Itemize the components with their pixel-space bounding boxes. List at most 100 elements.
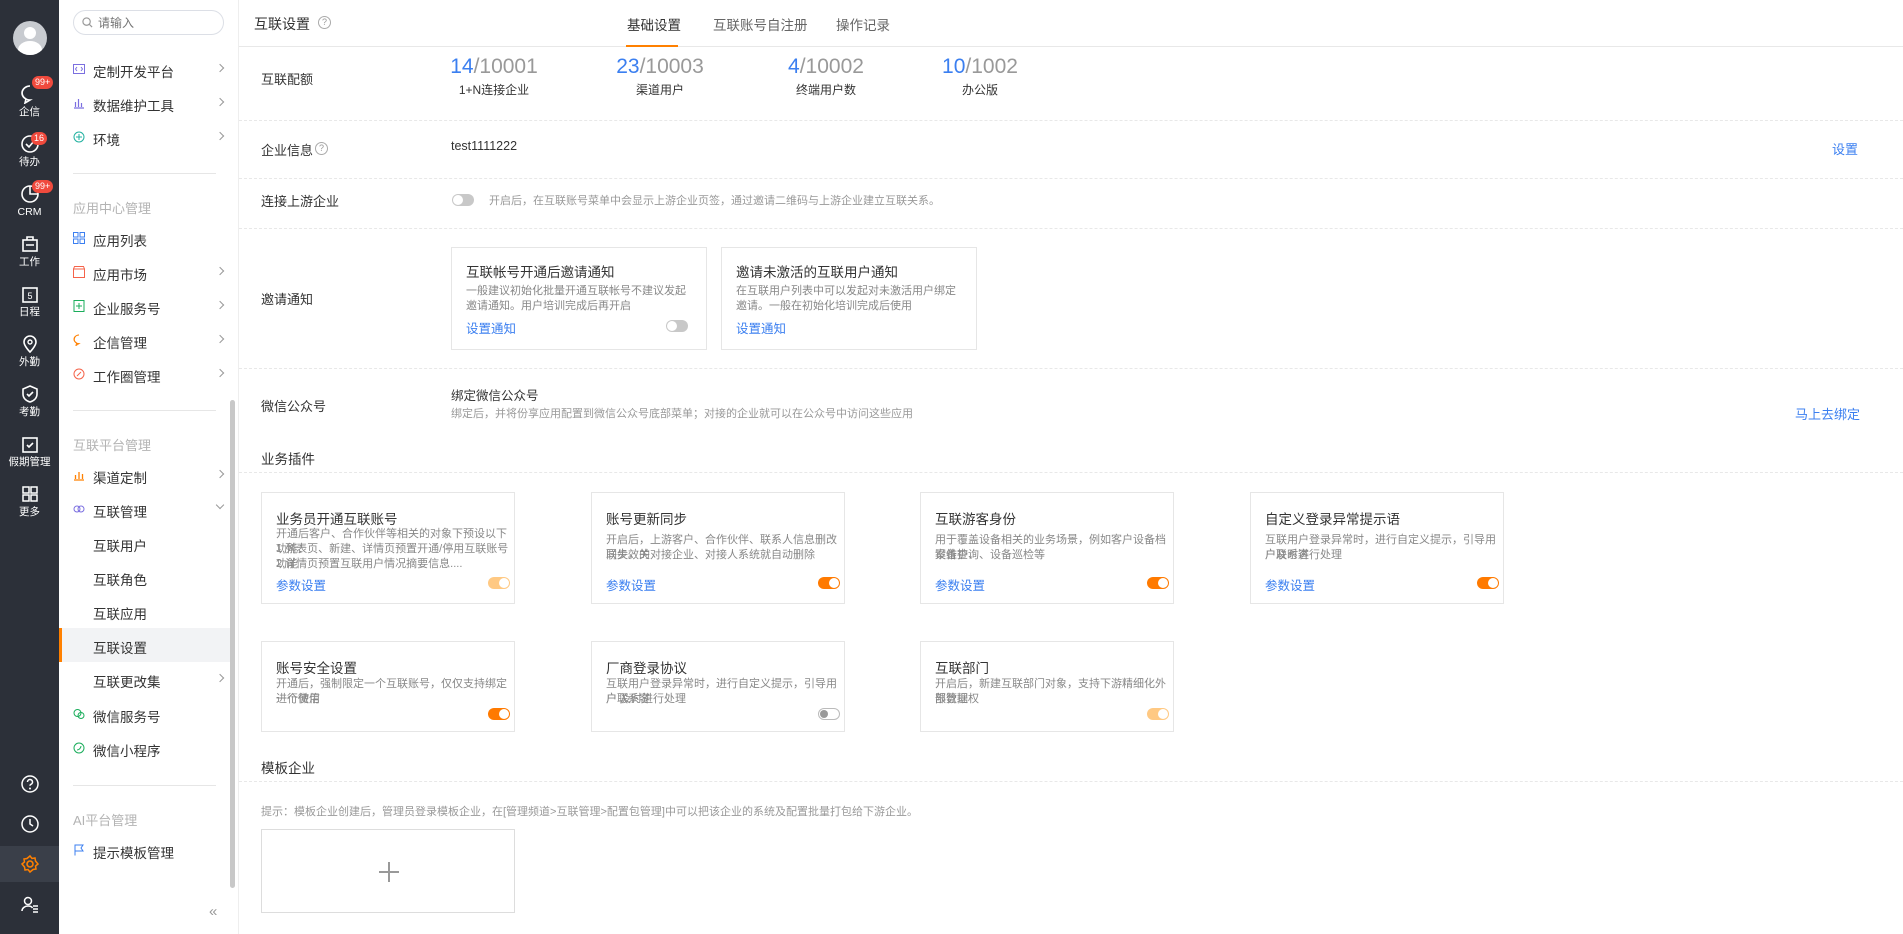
wechat-label: 微信公众号 bbox=[261, 399, 327, 414]
plugin-toggle[interactable] bbox=[488, 577, 510, 589]
param-settings-link[interactable]: 参数设置 bbox=[276, 575, 326, 594]
plugin-toggle[interactable] bbox=[1147, 577, 1169, 589]
tab-self-registration[interactable]: 互联账号自注册 bbox=[713, 14, 808, 34]
unread-badge: 99+ bbox=[32, 76, 54, 89]
rail-item-todo[interactable]: 待办 16 bbox=[0, 128, 59, 174]
invite-card: 邀请未激活的互联用户通知 在互联用户列表中可以发起对未激活用户绑定 邀请。一般在… bbox=[721, 247, 977, 350]
nav-item-data-tools[interactable]: 数据维护工具 bbox=[59, 86, 231, 120]
plugin-toggle[interactable] bbox=[1147, 708, 1169, 720]
chevron-right-icon bbox=[215, 300, 225, 310]
card-desc: 户 及时进行处理 bbox=[606, 693, 687, 705]
help-icon[interactable]: ? bbox=[318, 16, 331, 29]
location-pin-icon bbox=[22, 335, 37, 354]
nav-subitem-interconnect-settings[interactable]: 互联设置 bbox=[59, 628, 231, 662]
nav-item-interconnect-management[interactable]: 互联管理 bbox=[59, 492, 231, 526]
chevron-right-icon bbox=[215, 63, 225, 73]
quota-label: 互联配额 bbox=[261, 72, 314, 87]
nav-item-app-market[interactable]: 应用市场 bbox=[59, 255, 231, 289]
nav-subitem-interconnect-roles[interactable]: 互联角色 bbox=[59, 560, 231, 594]
nav-subitem-interconnect-apps[interactable]: 互联应用 bbox=[59, 594, 231, 628]
nav-label: 企信管理 bbox=[93, 336, 147, 351]
upstream-desc: 开启后，在互联账号菜单中会显示上游企业页签，通过邀请二维码与上游企业建立互联关系… bbox=[489, 195, 940, 207]
quota-item: 14/10001 1+N连接企业 bbox=[444, 55, 544, 98]
company-settings-link[interactable]: 设置 bbox=[1832, 139, 1858, 158]
chevron-down-icon bbox=[215, 500, 225, 510]
nav-item-channel-custom[interactable]: 渠道定制 bbox=[59, 458, 231, 492]
rail-item-attendance[interactable]: 考勤 bbox=[0, 378, 59, 424]
upstream-toggle[interactable] bbox=[452, 194, 474, 206]
rail-item-messages[interactable]: 企信 99+ bbox=[0, 76, 59, 124]
quota-item-label: 终端用户数 bbox=[795, 83, 856, 97]
nav-search[interactable] bbox=[73, 10, 224, 35]
group-title-app-center: 应用中心管理 bbox=[73, 201, 152, 216]
chevron-right-icon bbox=[215, 266, 225, 276]
bind-wechat-link[interactable]: 马上去绑定 bbox=[1795, 404, 1860, 423]
search-input[interactable] bbox=[98, 14, 218, 31]
divider bbox=[239, 368, 1903, 369]
tab-operation-log[interactable]: 操作记录 bbox=[836, 14, 890, 34]
nav-item-wechat-miniprogram[interactable]: 微信小程序 bbox=[59, 731, 231, 765]
help-button[interactable] bbox=[0, 766, 59, 802]
svg-text:5: 5 bbox=[27, 291, 32, 301]
nav-item-app-list[interactable]: 应用列表 bbox=[59, 221, 231, 255]
quota-total: /1002 bbox=[965, 55, 1018, 78]
wechat-icon bbox=[73, 709, 85, 719]
user-settings-button[interactable] bbox=[0, 886, 59, 922]
plugin-toggle[interactable] bbox=[818, 577, 840, 589]
rail-item-calendar[interactable]: 5 日程 bbox=[0, 278, 59, 324]
card-desc: 设备查询、设备巡检等 bbox=[935, 549, 1045, 561]
nav-item-wechat-service[interactable]: 微信服务号 bbox=[59, 697, 231, 731]
nav-item-change-set[interactable]: 互联更改集 bbox=[59, 662, 231, 696]
invite-notify-toggle[interactable] bbox=[666, 320, 688, 332]
template-hint: 提示：模板企业创建后，管理员登录模板企业，在[管理频道>互联管理>配置包管理]中… bbox=[261, 806, 918, 818]
help-icon[interactable]: ? bbox=[315, 142, 328, 155]
nav-item-environment[interactable]: 环境 bbox=[59, 120, 231, 154]
avatar[interactable] bbox=[13, 21, 47, 55]
crm-badge: 99+ bbox=[32, 180, 54, 193]
card-title: 互联帐号开通后邀请通知 bbox=[466, 265, 615, 280]
param-settings-link[interactable]: 参数设置 bbox=[606, 575, 656, 594]
set-notification-link[interactable]: 设置通知 bbox=[736, 318, 786, 337]
chevron-right-icon bbox=[215, 97, 225, 107]
rail-label: 假期管理 bbox=[8, 456, 51, 468]
plugin-toggle[interactable] bbox=[488, 708, 510, 720]
miniprogram-icon bbox=[73, 742, 85, 754]
settings-button[interactable] bbox=[0, 846, 59, 882]
nav-subitem-interconnect-users[interactable]: 互联用户 bbox=[59, 526, 231, 560]
group-title-ai: AI平台管理 bbox=[73, 813, 138, 828]
param-settings-link[interactable]: 参数设置 bbox=[935, 575, 985, 594]
tab-basic-settings[interactable]: 基础设置 bbox=[627, 14, 681, 34]
nav-label: 互联用户 bbox=[93, 539, 147, 554]
nav-item-service-account[interactable]: 企业服务号 bbox=[59, 289, 231, 323]
nav-label: 提示模板管理 bbox=[93, 846, 174, 861]
rail-item-more[interactable]: 更多 bbox=[0, 478, 59, 524]
collapse-sidebar-icon[interactable]: « bbox=[209, 903, 217, 920]
chevron-right-icon bbox=[215, 673, 225, 683]
history-button[interactable] bbox=[0, 806, 59, 842]
help-icon bbox=[20, 775, 39, 793]
rail-item-leave[interactable]: 假期管理 bbox=[0, 428, 59, 474]
nav-item-prompt-templates[interactable]: 提示模板管理 bbox=[59, 833, 231, 867]
set-notification-link[interactable]: 设置通知 bbox=[466, 318, 516, 337]
add-template-button[interactable] bbox=[261, 829, 515, 913]
chevron-right-icon bbox=[215, 334, 225, 344]
nav-item-work-circle[interactable]: 工作圈管理 bbox=[59, 357, 231, 391]
rail-label: 日程 bbox=[19, 306, 40, 318]
nav-scrollbar[interactable] bbox=[230, 400, 235, 888]
chevron-right-icon bbox=[215, 469, 225, 479]
param-settings-link[interactable]: 参数设置 bbox=[1265, 575, 1315, 594]
nav-item-custom-dev[interactable]: 定制开发平台 bbox=[59, 52, 231, 86]
quota-item: 23/10003 渠道用户 bbox=[610, 55, 710, 98]
rail-item-field[interactable]: 外勤 bbox=[0, 328, 59, 374]
card-desc: 进行使用 bbox=[276, 693, 320, 705]
card-title: 互联游客身份 bbox=[935, 512, 1016, 527]
plugin-toggle[interactable] bbox=[818, 708, 840, 720]
nav-item-im-management[interactable]: 企信管理 bbox=[59, 323, 231, 357]
rail-item-crm[interactable]: CRM 99+ bbox=[0, 178, 59, 224]
rail-item-work[interactable]: 工作 bbox=[0, 228, 59, 274]
todo-badge: 16 bbox=[31, 132, 48, 145]
plugin-toggle[interactable] bbox=[1477, 577, 1499, 589]
quota-total: /10003 bbox=[639, 55, 704, 78]
link-icon bbox=[73, 505, 85, 513]
main-content: 互联配额 14/10001 1+N连接企业 23/10003 渠道用户 4/10… bbox=[239, 48, 1903, 934]
